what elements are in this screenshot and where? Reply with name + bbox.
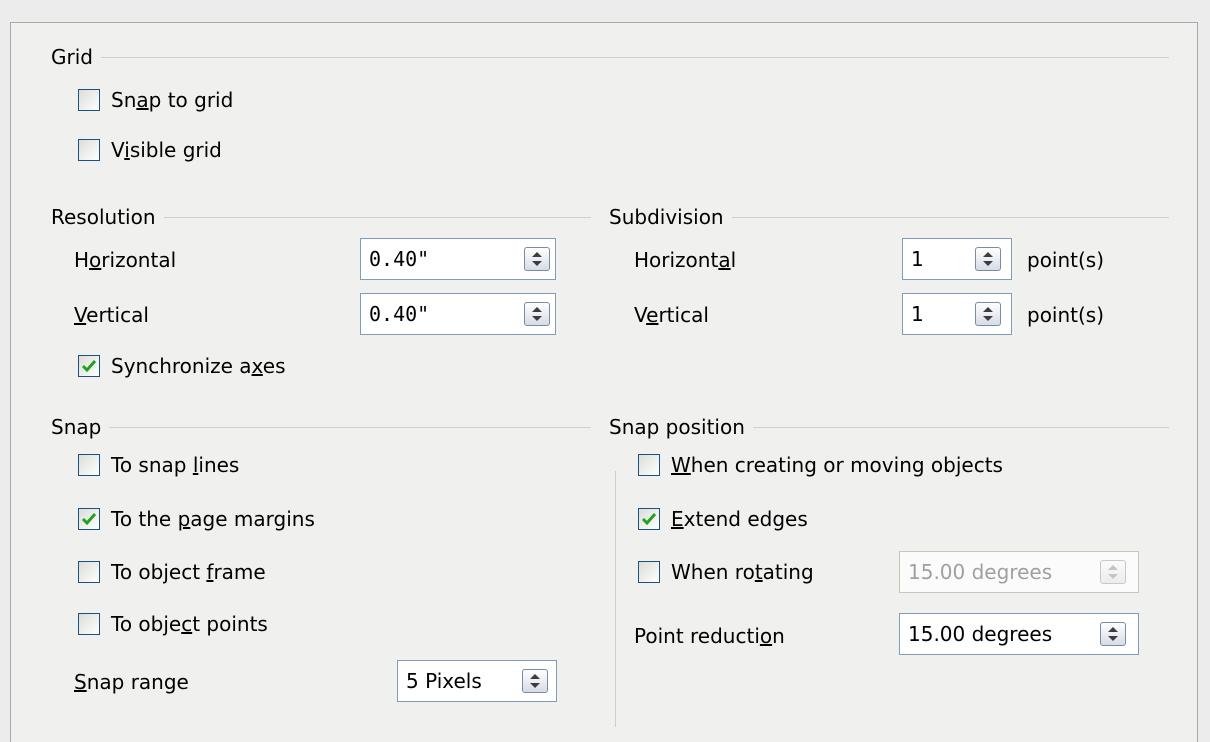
subdivision-section-title: Subdivision [609, 205, 724, 229]
check-icon [81, 513, 97, 526]
snap-divider [109, 426, 591, 428]
resolution-horizontal-spin-button[interactable] [524, 247, 550, 271]
subdivision-vertical-spin-button[interactable] [975, 302, 1001, 326]
page-margins-label[interactable]: To the page margins [111, 505, 315, 533]
spin-arrows-icon [983, 307, 993, 321]
spin-arrows-icon [530, 674, 540, 688]
subdivision-horizontal-value[interactable]: 1 [911, 239, 924, 279]
object-points-label[interactable]: To object points [111, 610, 268, 638]
check-icon [641, 513, 657, 526]
subdivision-vertical-spinbox[interactable]: 1 [902, 293, 1012, 335]
when-rotating-checkbox[interactable] [638, 561, 660, 583]
subdivision-section: Subdivision [609, 203, 1169, 231]
creating-moving-label[interactable]: When creating or moving objects [671, 451, 1003, 479]
when-rotating-label[interactable]: When rotating [671, 558, 814, 586]
grid-divider [100, 56, 1169, 58]
object-points-checkbox[interactable] [78, 613, 100, 635]
subdivision-vertical-label: Vertical [634, 303, 709, 327]
snap-range-spinbox[interactable]: 5 Pixels [397, 660, 557, 702]
snap-range-label: Snap range [74, 670, 189, 694]
resolution-vertical-spin-button[interactable] [524, 302, 550, 326]
snap-to-grid-checkbox[interactable] [78, 89, 100, 111]
options-panel: Grid Snap to grid Visible grid Resolutio… [10, 22, 1198, 742]
resolution-horizontal-value[interactable]: 0.40" [369, 239, 429, 279]
resolution-vertical-label: Vertical [74, 303, 149, 327]
grid-section: Grid [51, 43, 1169, 71]
page-margins-checkbox[interactable] [78, 508, 100, 530]
extend-edges-label[interactable]: Extend edges [671, 505, 808, 533]
visible-grid-label[interactable]: Visible grid [111, 136, 222, 164]
subdivision-horizontal-unit: point(s) [1027, 248, 1105, 272]
snap-position-section-title: Snap position [609, 415, 745, 439]
point-reduction-value[interactable]: 15.00 degrees [908, 614, 1052, 654]
resolution-divider [163, 216, 591, 218]
object-frame-checkbox[interactable] [78, 561, 100, 583]
object-frame-label[interactable]: To object frame [111, 558, 266, 586]
resolution-vertical-value[interactable]: 0.40" [369, 294, 429, 334]
subdivision-divider [731, 216, 1169, 218]
resolution-horizontal-label: Horizontal [74, 248, 177, 272]
resolution-horizontal-spinbox[interactable]: 0.40" [360, 238, 556, 280]
creating-moving-checkbox[interactable] [638, 454, 660, 476]
when-rotating-value[interactable]: 15.00 degrees [908, 552, 1052, 592]
synchronize-axes-checkbox[interactable] [78, 355, 100, 377]
snap-range-value[interactable]: 5 Pixels [406, 661, 482, 701]
snap-lines-label[interactable]: To snap lines [111, 451, 239, 479]
point-reduction-spinbox[interactable]: 15.00 degrees [899, 613, 1139, 655]
resolution-section: Resolution [51, 203, 591, 231]
when-rotating-spin-button[interactable] [1100, 560, 1126, 584]
subdivision-horizontal-spinbox[interactable]: 1 [902, 238, 1012, 280]
snap-position-divider [752, 426, 1169, 428]
snap-position-section: Snap position [609, 413, 1169, 441]
snap-section-title: Snap [51, 415, 102, 439]
spin-arrows-icon [532, 307, 542, 321]
snap-section: Snap [51, 413, 591, 441]
synchronize-axes-label[interactable]: Synchronize axes [111, 352, 286, 380]
check-icon [81, 360, 97, 373]
spin-arrows-icon [532, 252, 542, 266]
subdivision-vertical-unit: point(s) [1027, 303, 1105, 327]
snap-to-grid-label[interactable]: Snap to grid [111, 86, 233, 114]
spin-arrows-icon [1108, 565, 1118, 579]
extend-edges-checkbox[interactable] [638, 508, 660, 530]
snap-column-separator [615, 471, 616, 727]
point-reduction-spin-button[interactable] [1100, 622, 1126, 646]
subdivision-horizontal-spin-button[interactable] [975, 247, 1001, 271]
grid-section-title: Grid [51, 45, 93, 69]
visible-grid-checkbox[interactable] [78, 139, 100, 161]
spin-arrows-icon [1108, 627, 1118, 641]
resolution-section-title: Resolution [51, 205, 156, 229]
resolution-vertical-spinbox[interactable]: 0.40" [360, 293, 556, 335]
subdivision-horizontal-label: Horizontal [634, 248, 737, 272]
spin-arrows-icon [983, 252, 993, 266]
snap-lines-checkbox[interactable] [78, 454, 100, 476]
when-rotating-spinbox[interactable]: 15.00 degrees [899, 551, 1139, 593]
point-reduction-label: Point reduction [634, 624, 785, 648]
subdivision-vertical-value[interactable]: 1 [911, 294, 924, 334]
snap-range-spin-button[interactable] [522, 669, 548, 693]
